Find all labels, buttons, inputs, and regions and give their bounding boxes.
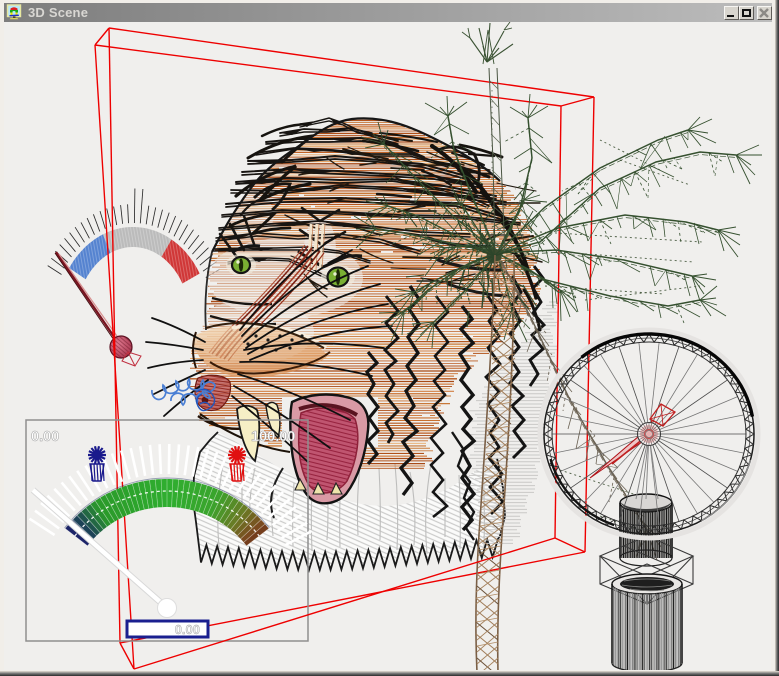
svg-text:0.00: 0.00 [175,622,200,637]
svg-text:100.00: 100.00 [251,429,295,445]
svg-text:0.00: 0.00 [31,429,59,445]
